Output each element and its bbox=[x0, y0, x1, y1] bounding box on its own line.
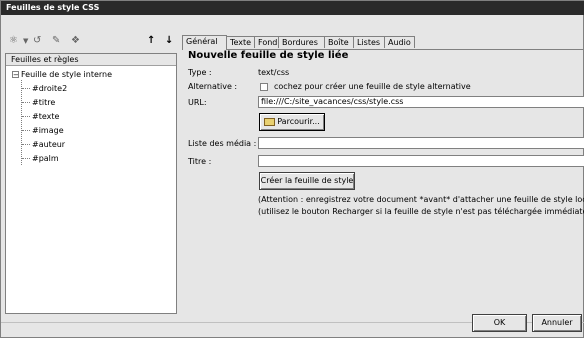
media-label: Liste des média : bbox=[188, 139, 257, 148]
url-label: URL: bbox=[188, 98, 207, 107]
tab-bordures[interactable]: Bordures bbox=[278, 36, 325, 48]
window-title: Feuilles de style CSS bbox=[1, 1, 584, 15]
reload-note: (utilisez le bouton Recharger si la feui… bbox=[258, 207, 584, 216]
sheets-toolbar: ⚛ ▼ ↺ ✎ ❖ ↑ ↓ bbox=[7, 35, 177, 49]
tree-item-texte[interactable]: #texte bbox=[22, 111, 59, 123]
tab-bar: Général Texte Fond Bordures Boîte Listes… bbox=[182, 35, 584, 50]
tree-item-titre[interactable]: #titre bbox=[22, 97, 55, 109]
link-icon[interactable]: ↺ bbox=[33, 35, 41, 47]
tree-item-palm[interactable]: #palm bbox=[22, 153, 59, 165]
alternative-label: Alternative : bbox=[188, 82, 238, 91]
warning-note: (Attention : enregistrez votre document … bbox=[258, 195, 584, 204]
properties-panel: Général Texte Fond Bordures Boîte Listes… bbox=[182, 35, 584, 315]
cancel-button[interactable]: Annuler bbox=[532, 314, 582, 332]
edit-icon[interactable]: ✎ bbox=[52, 35, 60, 47]
dropdown-icon[interactable]: ▼ bbox=[23, 35, 28, 47]
form-heading: Nouvelle feuille de style liée bbox=[188, 50, 349, 61]
media-field[interactable] bbox=[258, 137, 584, 149]
dialog-window: Feuilles de style CSS ⚛ ▼ ↺ ✎ ❖ ↑ ↓ Feui… bbox=[0, 0, 584, 338]
tree-header: Feuilles et règles bbox=[6, 54, 176, 66]
delete-icon[interactable]: ❖ bbox=[71, 35, 80, 47]
title-field[interactable] bbox=[258, 155, 584, 167]
url-field[interactable]: file:///C:/site_vacances/css/style.css bbox=[258, 96, 584, 108]
tab-fond[interactable]: Fond bbox=[254, 36, 279, 48]
type-label: Type : bbox=[188, 68, 212, 77]
folder-icon bbox=[264, 117, 276, 126]
browse-button[interactable]: Parcourir... bbox=[259, 113, 325, 131]
tab-boite[interactable]: Boîte bbox=[324, 36, 354, 48]
tree-root-label: Feuille de style interne bbox=[21, 70, 113, 79]
tree-item-auteur[interactable]: #auteur bbox=[22, 139, 65, 151]
tab-general[interactable]: Général bbox=[182, 35, 227, 50]
tab-audio[interactable]: Audio bbox=[384, 36, 415, 48]
ok-button[interactable]: OK bbox=[472, 314, 527, 332]
title-label: Titre : bbox=[188, 157, 212, 166]
tree-item-image[interactable]: #image bbox=[22, 125, 64, 137]
tab-texte[interactable]: Texte bbox=[226, 36, 255, 48]
tree-root-internal-sheet[interactable]: − Feuille de style interne bbox=[12, 69, 112, 80]
tree-item-droite2[interactable]: #droite2 bbox=[22, 83, 67, 95]
collapse-icon[interactable]: − bbox=[12, 71, 19, 79]
add-sheet-icon[interactable]: ⚛ bbox=[9, 35, 18, 47]
sheets-tree-panel: Feuilles et règles − Feuille de style int… bbox=[5, 53, 177, 314]
type-value: text/css bbox=[258, 68, 290, 77]
alternative-checkbox-label: cochez pour créer une feuille de style a… bbox=[274, 82, 471, 91]
move-up-icon[interactable]: ↑ bbox=[147, 35, 155, 47]
create-stylesheet-button[interactable]: Créer la feuille de style bbox=[259, 172, 355, 190]
alternative-checkbox[interactable] bbox=[260, 83, 268, 91]
move-down-icon[interactable]: ↓ bbox=[165, 35, 173, 47]
tab-listes[interactable]: Listes bbox=[353, 36, 385, 48]
